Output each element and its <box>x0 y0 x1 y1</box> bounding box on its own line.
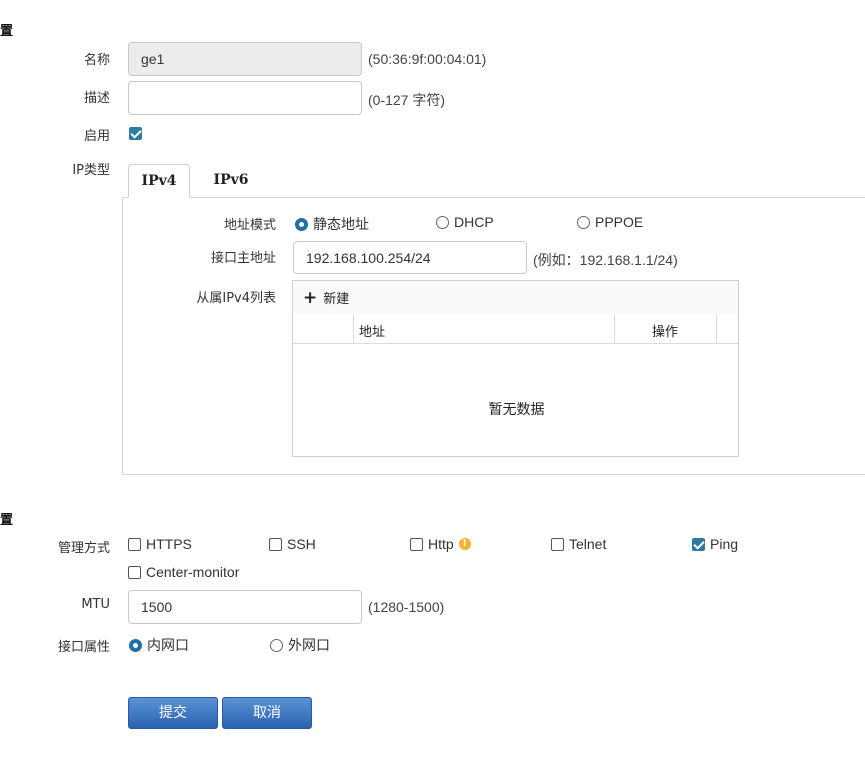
enabled-checkbox[interactable] <box>129 127 142 140</box>
description-input[interactable] <box>128 81 362 115</box>
management-http[interactable]: Http ! <box>410 536 471 552</box>
ping-checkbox[interactable] <box>692 537 705 551</box>
management-ssh[interactable]: SSH <box>269 536 316 552</box>
mtu-label: MTU <box>81 597 110 612</box>
radio-static[interactable] <box>295 217 308 231</box>
cancel-button[interactable]: 取消 <box>222 697 312 729</box>
interface-attr-internal-label: 内网口 <box>147 637 189 653</box>
radio-pppoe[interactable] <box>577 215 590 229</box>
center-monitor-checkbox[interactable] <box>128 565 141 579</box>
plus-icon: + <box>303 287 318 308</box>
section-title-basic: 置 <box>0 24 14 39</box>
submit-button[interactable]: 提交 <box>128 697 218 729</box>
name-field: ge1 <box>128 42 362 76</box>
address-mode-dhcp-label: DHCP <box>454 214 494 230</box>
http-checkbox[interactable] <box>410 537 423 551</box>
grid-toolbar <box>293 281 738 315</box>
telnet-label: Telnet <box>569 536 607 552</box>
mac-address-hint: (50:36:9f:00:04:01) <box>368 51 487 67</box>
interface-attr-external[interactable]: 外网口 <box>270 635 330 655</box>
ssh-checkbox[interactable] <box>269 537 282 551</box>
radio-internal[interactable] <box>129 638 142 652</box>
radio-dhcp[interactable] <box>436 215 449 229</box>
telnet-checkbox[interactable] <box>551 537 564 551</box>
description-length-hint: (0-127 字符) <box>368 92 446 108</box>
new-entry-button[interactable]: + 新建 <box>303 287 350 308</box>
new-entry-label: 新建 <box>323 292 350 307</box>
address-mode-label: 地址模式 <box>223 218 276 233</box>
https-checkbox[interactable] <box>128 537 141 551</box>
management-ping[interactable]: Ping <box>692 536 738 552</box>
primary-address-label: 接口主地址 <box>210 251 276 266</box>
grid-header: 地址 操作 <box>293 314 738 344</box>
empty-data-text: 暂无数据 <box>488 402 545 418</box>
address-mode-pppoe-label: PPPOE <box>595 214 644 230</box>
management-center-monitor[interactable]: Center-monitor <box>128 564 239 580</box>
management-label: 管理方式 <box>57 541 110 556</box>
address-mode-static[interactable]: 静态地址 <box>295 214 369 234</box>
ping-label: Ping <box>710 536 739 552</box>
column-header-action: 操作 <box>652 325 679 340</box>
management-https[interactable]: HTTPS <box>128 536 192 552</box>
https-label: HTTPS <box>146 536 192 552</box>
address-mode-static-label: 静态地址 <box>313 216 369 232</box>
secondary-ipv4-label: 从属IPv4列表 <box>196 291 276 306</box>
ssh-label: SSH <box>287 536 316 552</box>
center-monitor-label: Center-monitor <box>146 564 240 580</box>
warning-icon[interactable]: ! <box>458 538 471 550</box>
mtu-input[interactable] <box>128 590 362 624</box>
radio-external[interactable] <box>270 638 283 652</box>
tab-ipv6[interactable]: IPv6 <box>200 164 262 198</box>
description-label: 描述 <box>83 91 110 106</box>
http-label: Http <box>428 536 454 552</box>
column-header-address: 地址 <box>359 325 386 340</box>
interface-attr-internal[interactable]: 内网口 <box>129 635 189 655</box>
management-telnet[interactable]: Telnet <box>551 536 606 552</box>
mtu-range-hint: (1280-1500) <box>368 599 445 615</box>
ip-type-label: IP类型 <box>72 163 110 178</box>
name-label: 名称 <box>83 53 110 68</box>
interface-attr-label: 接口属性 <box>57 640 110 655</box>
interface-attr-external-label: 外网口 <box>288 637 330 653</box>
primary-address-input[interactable] <box>293 241 527 274</box>
address-mode-pppoe[interactable]: PPPOE <box>577 214 643 230</box>
secondary-ipv4-grid: + 新建 地址 操作 暂无数据 <box>292 280 739 457</box>
primary-address-hint: (例如：192.168.1.1/24) <box>533 252 678 268</box>
enabled-label: 启用 <box>83 129 110 144</box>
address-mode-dhcp[interactable]: DHCP <box>436 214 494 230</box>
tab-ipv4[interactable]: IPv4 <box>128 164 190 198</box>
section-title-advanced: 置 <box>0 513 14 528</box>
